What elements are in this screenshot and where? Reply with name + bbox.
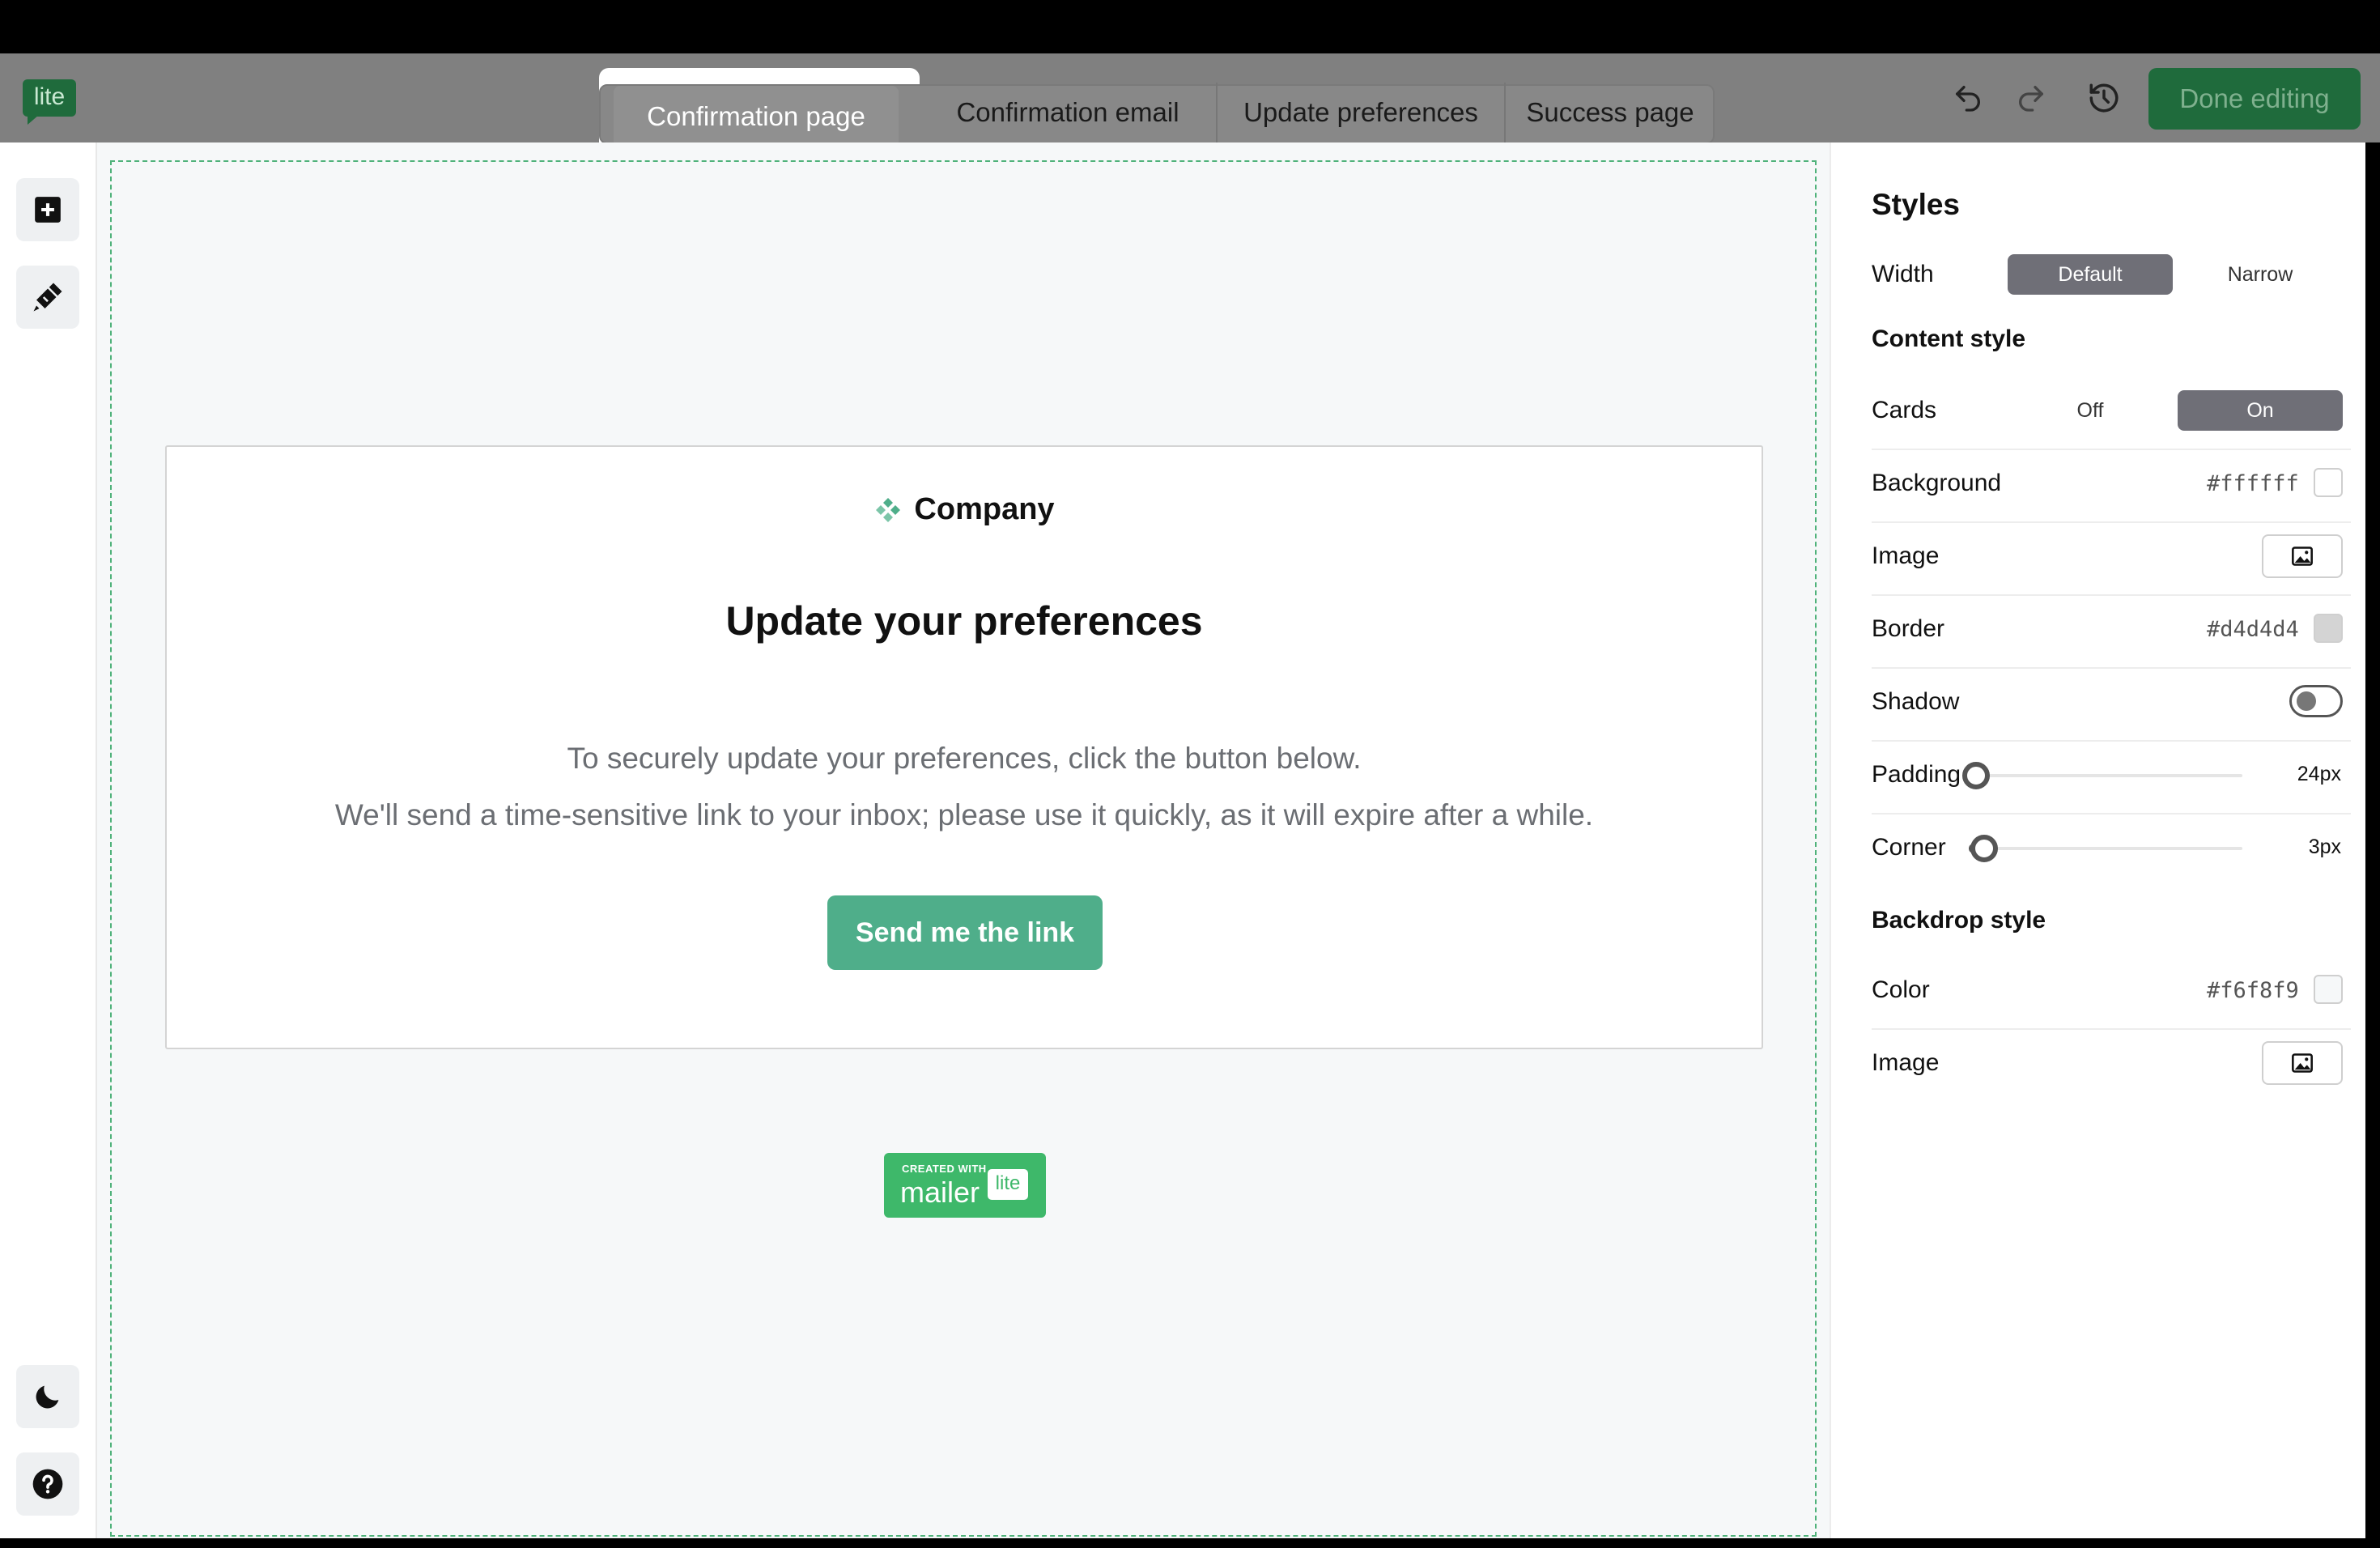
moon-icon[interactable] [16, 1365, 79, 1428]
corner-label: Corner [1872, 834, 1946, 861]
image-icon [2292, 1053, 2313, 1073]
divider [1872, 521, 2351, 523]
tab-confirmation-page[interactable]: Confirmation page [614, 86, 899, 147]
width-narrow-option[interactable]: Narrow [2178, 254, 2343, 295]
corner-slider-handle[interactable] [1970, 835, 1998, 862]
padding-label: Padding [1872, 761, 1961, 788]
backdrop-image-label: Image [1872, 1049, 1940, 1076]
styles-panel: Styles Width Default Narrow Content styl… [1830, 142, 2365, 1548]
history-icon[interactable] [2084, 78, 2124, 118]
left-toolbar [0, 142, 97, 1548]
tab-confirmation-email[interactable]: Confirmation email [920, 83, 1216, 142]
done-editing-button[interactable]: Done editing [2148, 68, 2361, 130]
badge-brand: mailer [900, 1176, 980, 1209]
background-hex[interactable]: #ffffff [2207, 471, 2299, 496]
divider [1872, 594, 2351, 596]
card-image-picker-button[interactable] [2262, 534, 2343, 578]
padding-slider-handle[interactable] [1962, 762, 1990, 789]
cards-off-option[interactable]: Off [2008, 390, 2173, 431]
color-swatch[interactable] [2314, 975, 2343, 1004]
shadow-label: Shadow [1872, 688, 1960, 715]
color-label: Color [1872, 976, 1930, 1003]
company-header: Company [167, 492, 1762, 527]
content-style-heading: Content style [1872, 325, 2026, 352]
window-top-bar [0, 0, 2380, 53]
editor-main: Company Update your preferences To secur… [0, 142, 2365, 1548]
cards-on-option[interactable]: On [2178, 390, 2343, 431]
created-with-mailerlite-badge[interactable]: CREATED WITH mailer lite [884, 1153, 1046, 1218]
backdrop-style-heading: Backdrop style [1872, 907, 2046, 933]
card-text-line-1: To securely update your preferences, cli… [567, 742, 1362, 775]
toggle-knob [2297, 691, 2316, 711]
card-text-line-2: We'll send a time-sensitive link to your… [334, 798, 1594, 831]
padding-value: 24px [2297, 763, 2341, 785]
app-window: lite Confirmation page Confirmation emai… [0, 0, 2380, 1548]
add-block-icon[interactable] [16, 178, 79, 241]
cards-label: Cards [1872, 397, 1937, 423]
tab-update-preferences[interactable]: Update preferences [1216, 83, 1504, 142]
content-card[interactable]: Company Update your preferences To secur… [165, 445, 1763, 1049]
tab-success-page[interactable]: Success page [1504, 83, 1715, 142]
background-swatch[interactable] [2314, 468, 2343, 497]
width-default-option[interactable]: Default [2008, 254, 2173, 295]
border-hex[interactable]: #d4d4d4 [2207, 617, 2299, 642]
padding-slider-track[interactable] [1969, 774, 2242, 777]
border-swatch[interactable] [2314, 614, 2343, 643]
send-link-button[interactable]: Send me the link [827, 895, 1103, 970]
badge-lite: lite [988, 1169, 1028, 1200]
corner-value: 3px [2308, 836, 2341, 858]
backdrop-image-picker-button[interactable] [2262, 1041, 2343, 1085]
image-icon [2292, 546, 2313, 566]
divider [1872, 740, 2351, 742]
window-bottom-edge [0, 1538, 2380, 1548]
card-title: Update your preferences [725, 598, 1203, 644]
undo-icon[interactable] [1948, 78, 1988, 118]
border-label: Border [1872, 615, 1945, 642]
width-label: Width [1872, 261, 1934, 287]
mailerlite-logo[interactable]: lite [23, 79, 76, 125]
redo-icon[interactable] [2011, 78, 2051, 118]
company-name: Company [914, 492, 1055, 526]
divider [1872, 1028, 2351, 1030]
badge-created-with: CREATED WITH [902, 1163, 987, 1175]
style-brush-icon[interactable] [16, 266, 79, 329]
company-logo-icon [876, 497, 901, 522]
background-label: Background [1872, 470, 2002, 496]
styles-title: Styles [1872, 188, 1961, 221]
help-icon[interactable] [16, 1452, 79, 1516]
image-label: Image [1872, 542, 1940, 569]
shadow-toggle[interactable] [2289, 685, 2343, 717]
divider [1872, 667, 2351, 669]
divider [1872, 813, 2351, 814]
editor-header: lite Confirmation page Confirmation emai… [0, 53, 2380, 147]
corner-slider-track[interactable] [1969, 847, 2242, 850]
divider [1872, 449, 2351, 450]
color-hex[interactable]: #f6f8f9 [2207, 978, 2299, 1003]
page-canvas: Company Update your preferences To secur… [97, 142, 1830, 1548]
